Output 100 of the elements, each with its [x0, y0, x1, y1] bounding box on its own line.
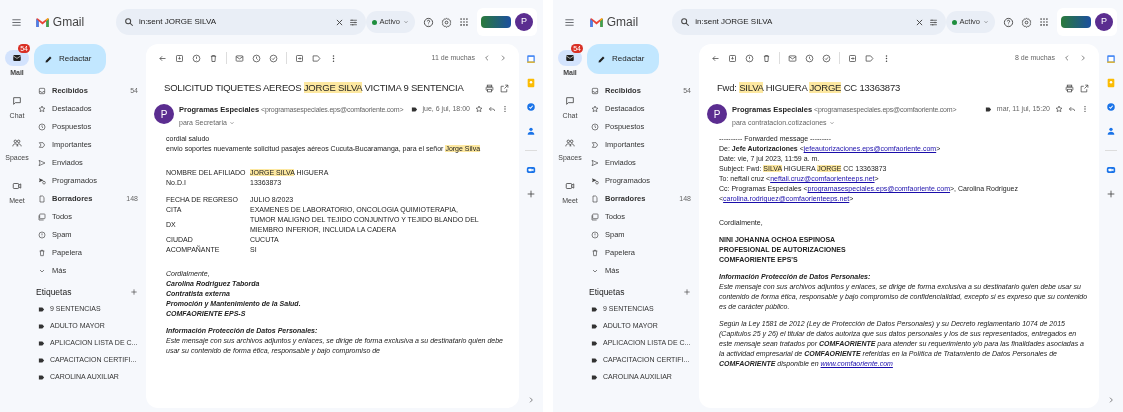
- video-camera-icon[interactable]: [526, 165, 536, 175]
- envelope-icon[interactable]: [235, 53, 244, 63]
- organization-logo: [1061, 16, 1091, 28]
- label-icon: [591, 356, 598, 364]
- video-icon: [12, 180, 22, 191]
- settings-icon[interactable]: [441, 16, 452, 28]
- more-vertical-icon[interactable]: [501, 105, 509, 114]
- chevron-left-icon[interactable]: [1063, 54, 1071, 62]
- search-icon[interactable]: [680, 17, 691, 27]
- search-input[interactable]: in:sent JORGE SILVA: [695, 16, 910, 28]
- plus-icon[interactable]: [526, 189, 536, 199]
- clock-icon: [591, 123, 599, 131]
- more-vertical-icon[interactable]: [1081, 105, 1089, 114]
- external-link-icon[interactable]: [500, 83, 509, 93]
- send-icon: [38, 159, 46, 167]
- label-icon: [38, 373, 45, 381]
- trash-icon: [38, 249, 46, 257]
- back-arrow-icon[interactable]: [158, 53, 167, 63]
- account-avatar[interactable]: P: [515, 13, 533, 31]
- chevron-right-icon[interactable]: [527, 396, 535, 404]
- person-icon[interactable]: [526, 126, 536, 136]
- back-arrow-icon[interactable]: [711, 53, 720, 63]
- file-icon: [38, 195, 46, 203]
- external-link-icon[interactable]: [1080, 83, 1089, 93]
- help-icon[interactable]: [423, 16, 434, 28]
- label-icon: [591, 339, 598, 347]
- app-name: Gmail: [52, 14, 85, 31]
- add-label-icon[interactable]: [683, 288, 691, 297]
- trash-icon[interactable]: [762, 53, 771, 63]
- video-camera-icon[interactable]: [1106, 165, 1116, 175]
- menu-icon[interactable]: [10, 16, 22, 28]
- printer-icon[interactable]: [485, 83, 494, 93]
- calendar-icon[interactable]: [526, 54, 536, 64]
- compose-button[interactable]: Redactar: [587, 44, 659, 74]
- search-icon[interactable]: [123, 17, 134, 27]
- account-switcher[interactable]: P: [477, 8, 537, 36]
- trash-icon[interactable]: [209, 53, 218, 63]
- task-add-icon[interactable]: [822, 53, 831, 63]
- all-mail-icon: [38, 213, 46, 221]
- send-icon: [591, 159, 599, 167]
- move-icon[interactable]: [848, 53, 857, 63]
- chevron-right-icon[interactable]: [1107, 396, 1115, 404]
- star-icon[interactable]: [1055, 105, 1063, 114]
- apps-grid-icon[interactable]: [1039, 17, 1049, 27]
- help-icon[interactable]: [1003, 16, 1014, 28]
- archive-icon[interactable]: [175, 53, 184, 63]
- important-icon: [38, 141, 46, 149]
- people-icon: [12, 138, 22, 148]
- calendar-icon[interactable]: [1106, 54, 1116, 64]
- chevron-right-icon[interactable]: [1079, 54, 1087, 62]
- check-circle-icon[interactable]: [1106, 102, 1116, 112]
- chat-icon: [12, 95, 22, 106]
- labels-heading: Etiquetas: [589, 286, 625, 299]
- account-switcher[interactable]: P: [1057, 8, 1117, 36]
- clock-icon[interactable]: [252, 53, 261, 63]
- chevron-left-icon[interactable]: [483, 54, 491, 62]
- plus-icon[interactable]: [1106, 189, 1116, 199]
- compose-button[interactable]: Redactar: [34, 44, 106, 74]
- filter-icon[interactable]: [928, 17, 938, 27]
- move-icon[interactable]: [295, 53, 304, 63]
- star-icon[interactable]: [475, 105, 483, 114]
- search-field[interactable]: in:sent JORGE SILVA: [115, 9, 366, 35]
- account-avatar[interactable]: P: [1095, 13, 1113, 31]
- person-icon[interactable]: [1106, 126, 1116, 136]
- report-icon[interactable]: [745, 53, 754, 63]
- chevron-down-icon: [38, 267, 46, 275]
- organization-logo: [481, 16, 511, 28]
- close-icon[interactable]: [334, 17, 344, 27]
- chevron-down-icon: [591, 267, 599, 275]
- trash-icon: [591, 249, 599, 257]
- label-icon: [410, 105, 418, 113]
- inbox-icon: [38, 87, 46, 95]
- mail-icon: [12, 53, 22, 63]
- reply-icon[interactable]: [488, 105, 496, 114]
- labels-heading: Etiquetas: [36, 286, 72, 299]
- check-circle-icon[interactable]: [526, 102, 536, 112]
- menu-icon[interactable]: [564, 16, 576, 28]
- label-icon: [591, 322, 598, 330]
- search-field[interactable]: in:sent JORGE SILVA: [672, 9, 946, 35]
- archive-icon[interactable]: [728, 53, 737, 63]
- filter-icon[interactable]: [348, 17, 358, 27]
- sender-avatar: P: [154, 104, 174, 124]
- search-input[interactable]: in:sent JORGE SILVA: [138, 16, 330, 28]
- clock-icon[interactable]: [805, 53, 814, 63]
- chevron-right-icon[interactable]: [499, 54, 507, 62]
- task-add-icon[interactable]: [269, 53, 278, 63]
- people-icon: [565, 138, 575, 148]
- apps-grid-icon[interactable]: [459, 17, 469, 27]
- tag-icon[interactable]: [865, 53, 874, 63]
- important-icon: [591, 141, 599, 149]
- report-icon[interactable]: [192, 53, 201, 63]
- envelope-icon[interactable]: [788, 53, 797, 63]
- printer-icon[interactable]: [1065, 83, 1074, 93]
- reply-icon[interactable]: [1068, 105, 1076, 114]
- settings-icon[interactable]: [1021, 16, 1032, 28]
- sender-avatar: P: [707, 104, 727, 124]
- close-icon[interactable]: [914, 17, 924, 27]
- report-icon: [38, 231, 46, 239]
- add-label-icon[interactable]: [130, 288, 138, 297]
- tag-icon[interactable]: [312, 53, 321, 63]
